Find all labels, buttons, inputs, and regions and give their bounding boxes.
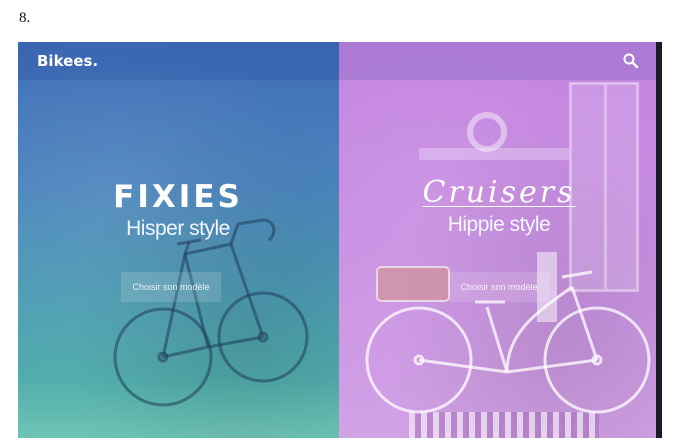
fixies-title: FIXIES <box>113 179 243 215</box>
website-screenshot: FIXIES Hisper style Choisir son modèle C… <box>18 42 662 438</box>
search-icon <box>623 53 639 69</box>
wall-lamp <box>467 112 507 152</box>
choose-cruiser-model-button[interactable]: Choisir son modèle <box>449 272 549 302</box>
brand-logo[interactable]: Bikees. <box>37 52 98 70</box>
document-item-number: 8. <box>19 10 31 26</box>
cruisers-subtitle: Hippie style <box>447 213 551 236</box>
search-button[interactable] <box>622 52 640 70</box>
fixies-title-block: FIXIES Hisper style <box>78 180 278 241</box>
screenshot-dark-edge <box>656 42 662 438</box>
choose-fixie-model-button[interactable]: Choisir son modèle <box>121 272 221 302</box>
fixies-subtitle: Hisper style <box>126 217 230 240</box>
panel-cruisers[interactable]: Cruisers Hippie style Choisir son modèle <box>339 42 656 438</box>
top-navigation-bar: Bikees. <box>18 42 656 80</box>
cruisers-title: Cruisers <box>422 175 576 210</box>
panel-fixies[interactable]: FIXIES Hisper style Choisir son modèle <box>18 42 339 438</box>
topbar-right-tint <box>339 42 656 80</box>
cruisers-title-block: Cruisers Hippie style <box>399 176 599 237</box>
cruiser-bike-image <box>365 252 651 414</box>
